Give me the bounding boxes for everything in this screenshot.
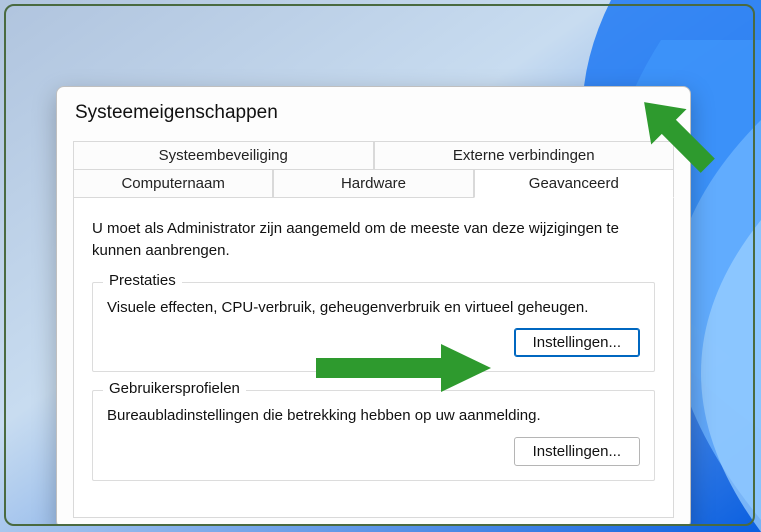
user-profiles-settings-button[interactable]: Instellingen... — [514, 437, 640, 466]
tab-label: Geavanceerd — [529, 175, 619, 192]
screenshot-border: Systeemeigenschappen Systeembeveiliging … — [4, 4, 755, 526]
tab-label: Externe verbindingen — [453, 147, 595, 164]
tab-hardware[interactable]: Hardware — [273, 169, 473, 198]
groupbox-legend: Prestaties — [103, 272, 182, 289]
tab-system-protection[interactable]: Systeembeveiliging — [73, 141, 374, 169]
tab-label: Hardware — [341, 175, 406, 192]
dialog-title: Systeemeigenschappen — [75, 102, 278, 124]
groupbox-performance: Prestaties Visuele effecten, CPU-verbrui… — [92, 282, 655, 373]
performance-description: Visuele effecten, CPU-verbruik, geheugen… — [107, 297, 640, 319]
user-profiles-description: Bureaubladinstellingen die betrekking he… — [107, 405, 640, 427]
tab-remote[interactable]: Externe verbindingen — [374, 141, 675, 169]
admin-note: U moet als Administrator zijn aangemeld … — [92, 218, 655, 262]
tab-label: Computernaam — [121, 175, 224, 192]
tab-panel-advanced: U moet als Administrator zijn aangemeld … — [73, 198, 674, 518]
tab-label: Systeembeveiliging — [159, 147, 288, 164]
close-icon — [651, 106, 666, 121]
tab-advanced[interactable]: Geavanceerd — [474, 169, 674, 198]
groupbox-legend: Gebruikersprofielen — [103, 380, 246, 397]
tab-computer-name[interactable]: Computernaam — [73, 169, 273, 198]
groupbox-user-profiles: Gebruikersprofielen Bureaubladinstelling… — [92, 390, 655, 481]
system-properties-dialog: Systeemeigenschappen Systeembeveiliging … — [56, 86, 691, 526]
close-button[interactable] — [642, 97, 674, 129]
dialog-titlebar: Systeemeigenschappen — [57, 87, 690, 137]
tab-control: Systeembeveiliging Externe verbindingen … — [57, 137, 690, 198]
performance-settings-button[interactable]: Instellingen... — [514, 328, 640, 357]
